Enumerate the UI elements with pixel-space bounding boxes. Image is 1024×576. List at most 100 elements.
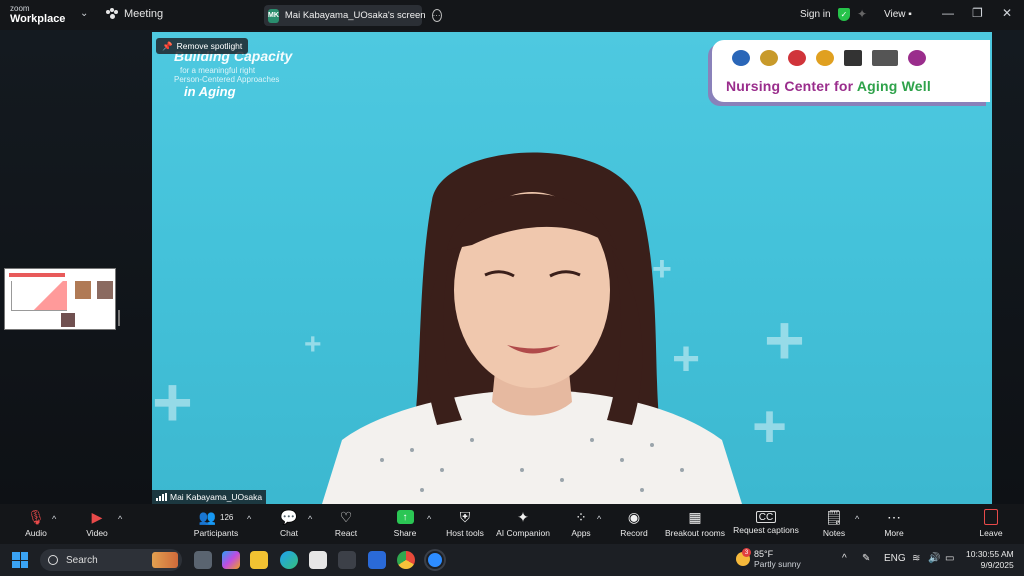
app-icon[interactable]	[368, 551, 386, 569]
copilot-icon[interactable]	[222, 551, 240, 569]
zoom-logo[interactable]: zoom Workplace	[10, 4, 66, 25]
more-button[interactable]: ⋯ More	[859, 508, 929, 539]
react-label: React	[334, 528, 358, 538]
zoom-app-icon[interactable]	[426, 551, 444, 569]
shared-screen-thumbnail[interactable]	[4, 268, 116, 330]
wifi-icon[interactable]: ≋	[912, 553, 920, 564]
volume-icon[interactable]: 🔊	[928, 553, 940, 564]
participant-video-person	[322, 152, 742, 504]
minimize-icon[interactable]: —	[942, 6, 954, 20]
chat-label: Chat	[280, 528, 298, 538]
plus-decoration: +	[304, 328, 322, 361]
host-tools-label: Host tools	[446, 528, 484, 538]
notification-badge: 3	[742, 548, 751, 557]
partner-logo-banner: Nursing Center for Aging Well	[712, 40, 990, 102]
participants-count: 126	[220, 512, 234, 522]
app-icon[interactable]	[338, 551, 356, 569]
shared-screen-tab[interactable]: MK Mai Kabayama_UOsaka's screen ···	[264, 5, 442, 26]
heart-icon: ♡	[339, 508, 353, 525]
video-options-chevron-icon[interactable]: ^	[118, 514, 122, 524]
restore-icon[interactable]: ❐	[972, 6, 983, 20]
taskbar-search[interactable]: Search	[40, 549, 182, 571]
breakout-rooms-button[interactable]: ▦ Breakout rooms	[660, 508, 730, 539]
center-name: Nursing Center for Aging Well	[726, 78, 931, 94]
chat-bubble-icon: 💬	[280, 508, 298, 525]
record-label: Record	[620, 528, 648, 538]
weather-temperature: 85°F	[754, 549, 774, 559]
audio-button[interactable]: 🎙 Audio	[1, 508, 71, 539]
sparkle-icon[interactable]: ✦	[857, 7, 867, 21]
center-name-part-a: Nursing Center for	[726, 78, 857, 94]
leave-door-icon	[984, 509, 998, 525]
meeting-stage: + + + + + + Building Capacity for a mean…	[0, 30, 1024, 504]
partner-logo	[908, 50, 926, 66]
plus-decoration: +	[764, 301, 805, 379]
audio-label: Audio	[25, 528, 47, 538]
record-button[interactable]: ◉ Record	[599, 508, 669, 539]
clock-date: 9/9/2025	[980, 560, 1014, 570]
participant-name: Mai Kabayama_UOsaka	[170, 492, 263, 502]
windows-taskbar: Search 3 85°F Partly sunny ^ ✎ ENG ≋ 🔊 ▭…	[0, 544, 1024, 576]
close-icon[interactable]: ✕	[1002, 6, 1012, 20]
more-options-icon[interactable]: ···	[431, 9, 442, 22]
paw-icon	[106, 8, 118, 20]
slide-title: Building Capacity for a meaningful right…	[174, 48, 292, 99]
shared-screen-label: Mai Kabayama_UOsaka's screen	[284, 10, 426, 21]
ai-sparkle-icon: ✦	[517, 508, 529, 525]
avatar: MK	[268, 8, 279, 23]
signal-bars-icon	[156, 493, 167, 501]
participants-options-chevron-icon[interactable]: ^	[247, 514, 251, 524]
edge-browser-icon[interactable]	[280, 551, 298, 569]
captions-icon: CC	[755, 511, 777, 523]
partner-logos	[732, 50, 926, 66]
slide-line-3: Person-Centered Approaches	[174, 75, 280, 84]
share-screen-icon: ↑	[396, 510, 414, 524]
leave-button[interactable]: Leave	[956, 508, 1024, 538]
request-captions-button[interactable]: CC Request captions	[731, 508, 801, 535]
view-button[interactable]: View ▪	[884, 9, 912, 20]
weather-widget[interactable]: 3 85°F Partly sunny	[736, 548, 801, 569]
notes-label: Notes	[822, 528, 846, 538]
system-clock[interactable]: 10:30:55 AM 9/9/2025	[966, 549, 1014, 571]
participants-label: Participants	[193, 528, 239, 538]
chevron-down-icon[interactable]: ⌄	[80, 8, 88, 19]
clock-time: 10:30:55 AM	[966, 549, 1014, 559]
breakout-rooms-label: Breakout rooms	[665, 528, 725, 538]
search-highlight-image	[152, 552, 178, 568]
partner-logo	[816, 50, 834, 66]
search-icon	[48, 555, 58, 565]
view-label: View	[884, 9, 906, 20]
audio-options-chevron-icon[interactable]: ^	[52, 514, 56, 524]
resize-handle[interactable]	[118, 310, 120, 326]
apps-label: Apps	[571, 528, 591, 538]
language-indicator[interactable]: ENG	[884, 553, 906, 564]
chrome-icon[interactable]	[397, 551, 415, 569]
brand-large: Workplace	[10, 13, 66, 25]
record-icon: ◉	[627, 508, 641, 525]
microphone-muted-icon: 🎙	[27, 508, 45, 525]
spotlight-video[interactable]: + + + + + + Building Capacity for a mean…	[152, 32, 992, 504]
pen-icon[interactable]: ✎	[862, 553, 870, 564]
participants-button[interactable]: 👥 126 Participants	[181, 508, 251, 539]
partly-sunny-icon: 3	[736, 548, 751, 566]
task-view-icon[interactable]	[194, 551, 212, 569]
share-label: Share	[393, 528, 417, 538]
participant-name-tag: Mai Kabayama_UOsaka	[152, 490, 267, 504]
pin-icon: 📌	[162, 40, 173, 51]
more-label: More	[884, 528, 904, 538]
battery-icon[interactable]: ▭	[945, 553, 954, 564]
remove-spotlight-button[interactable]: 📌 Remove spotlight	[156, 38, 249, 54]
center-name-part-b: Aging Well	[856, 78, 931, 94]
grid-icon: ▦	[688, 508, 702, 525]
windows-start-icon[interactable]	[12, 552, 28, 568]
tray-chevron-up-icon[interactable]: ^	[842, 553, 847, 564]
microsoft-store-icon[interactable]	[309, 551, 327, 569]
shield-check-icon[interactable]: ✓	[838, 8, 850, 21]
remove-spotlight-label: Remove spotlight	[176, 41, 243, 51]
apps-grid-icon: ⁘	[575, 508, 587, 525]
meeting-menu-button[interactable]: Meeting	[106, 8, 163, 20]
slide-line-4: in Aging	[184, 84, 236, 99]
more-dots-icon: ⋯	[887, 508, 901, 525]
sign-in-button[interactable]: Sign in	[800, 9, 831, 20]
file-explorer-icon[interactable]	[250, 551, 268, 569]
